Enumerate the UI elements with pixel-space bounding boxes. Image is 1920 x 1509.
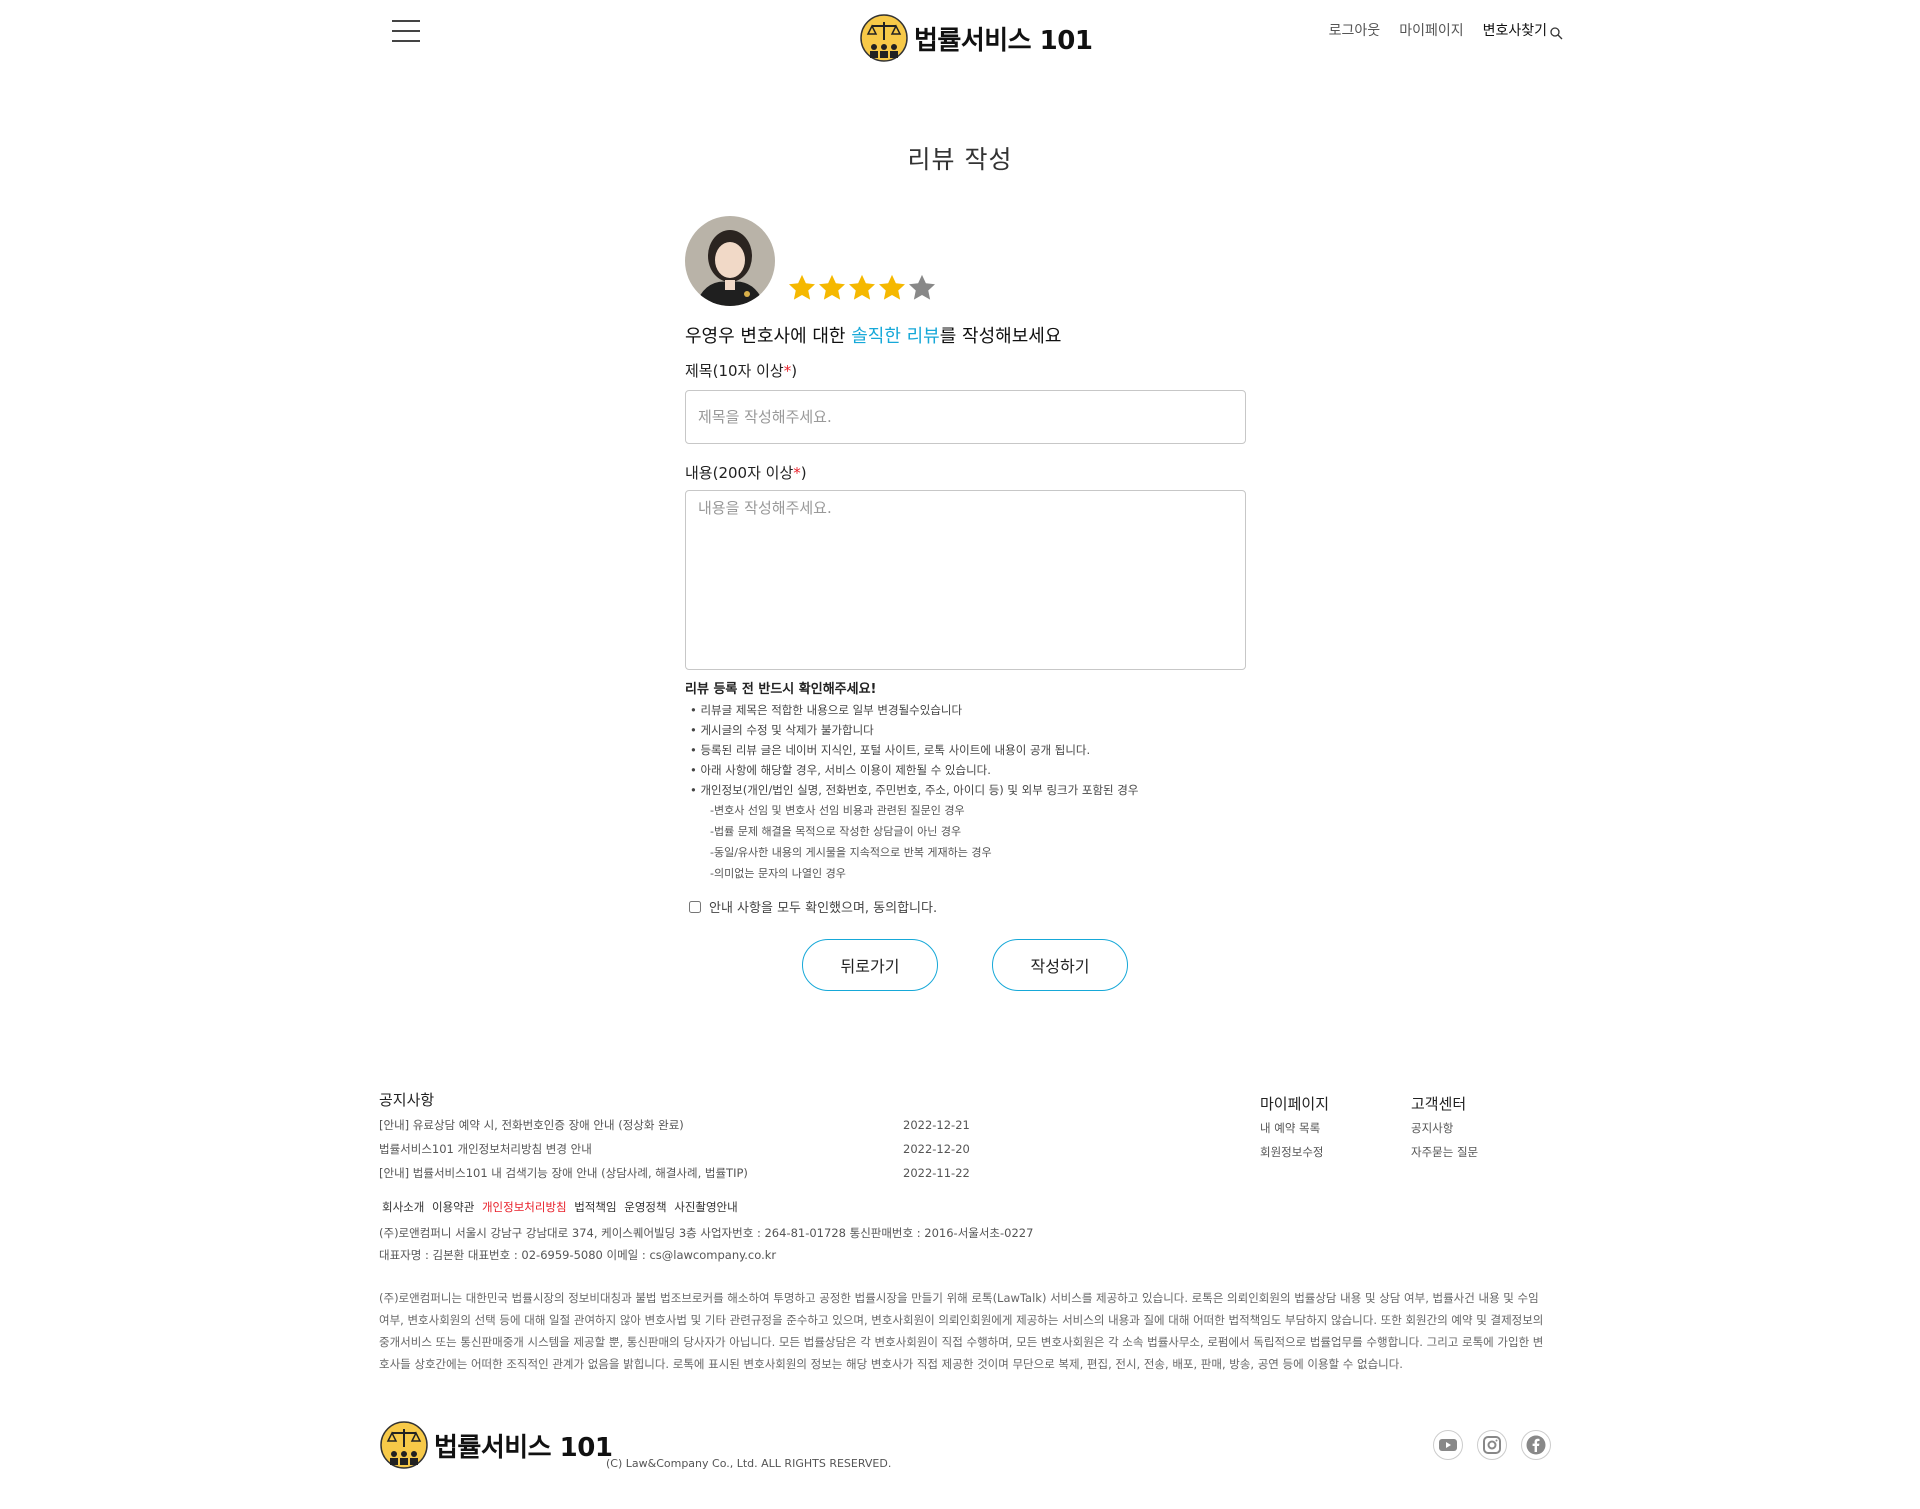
- notice-sublist: -변호사 선임 및 변호사 선임 비용과 관련된 질문인 경우 -법률 문제 해…: [710, 800, 992, 884]
- back-button[interactable]: 뒤로가기: [802, 939, 938, 991]
- notice-subitem: -법률 문제 해결을 목적으로 작성한 상담글이 아닌 경우: [710, 825, 962, 838]
- footer-mypage-title: 마이페이지: [1260, 1095, 1330, 1113]
- notice-row-date: 2022-11-22: [903, 1166, 970, 1180]
- notice-item: • 등록된 리뷰 글은 네이버 지식인, 포털 사이트, 로톡 사이트에 내용이…: [690, 743, 1091, 757]
- terms-link[interactable]: 이용약관: [432, 1200, 474, 1214]
- search-icon[interactable]: [1549, 26, 1563, 40]
- facebook-icon[interactable]: [1521, 1430, 1551, 1460]
- notice-subitem: -의미없는 문자의 나열인 경우: [710, 867, 846, 880]
- notice-item: • 게시글의 수정 및 삭제가 불가합니다: [690, 723, 874, 737]
- youtube-icon[interactable]: [1433, 1430, 1463, 1460]
- star-empty-icon[interactable]: [907, 273, 937, 303]
- instagram-icon[interactable]: [1477, 1430, 1507, 1460]
- review-title-input[interactable]: [685, 390, 1246, 444]
- notice-subitem: -동일/유사한 내용의 게시물을 지속적으로 반복 게재하는 경우: [710, 846, 992, 859]
- notice-row[interactable]: [안내] 유료상담 예약 시, 전화번호인증 장애 안내 (정상화 완료) 202…: [379, 1113, 970, 1137]
- footer-logo-text: 법률서비스 101: [434, 1432, 613, 1463]
- notice-title: 리뷰 등록 전 반드시 확인해주세요!: [685, 682, 877, 697]
- notice-row[interactable]: 법률서비스101 개인정보처리방침 변경 안내 2022-12-20: [379, 1137, 970, 1161]
- footer-cs-title: 고객센터: [1411, 1095, 1467, 1113]
- policy-link[interactable]: 운영정책: [624, 1200, 666, 1214]
- notice-row-title[interactable]: 법률서비스101 개인정보처리방침 변경 안내: [379, 1137, 903, 1161]
- logout-link[interactable]: 로그아웃: [1329, 20, 1381, 40]
- page-title: 리뷰 작성: [907, 145, 1013, 174]
- notice-subitem: -변호사 선임 및 변호사 선임 비용과 관련된 질문인 경우: [710, 804, 965, 817]
- notice-item: • 개인정보(개인/법인 실명, 전화번호, 주민번호, 주소, 아이디 등) …: [690, 783, 1139, 797]
- legal-link[interactable]: 법적책임: [574, 1200, 616, 1214]
- notice-row[interactable]: [안내] 법률서비스101 내 검색기능 장애 안내 (상담사례, 해결사례, …: [379, 1161, 970, 1185]
- copyright: (C) Law&Company Co., Ltd. ALL RIGHTS RES…: [606, 1457, 892, 1470]
- footer-notice-list: [안내] 유료상담 예약 시, 전화번호인증 장애 안내 (정상화 완료) 202…: [379, 1113, 970, 1185]
- privacy-policy-link[interactable]: 개인정보처리방침: [482, 1200, 567, 1214]
- notice-item: • 리뷰글 제목은 적합한 내용으로 일부 변경될수있습니다: [690, 703, 963, 717]
- site-logo[interactable]: 법률서비스 101: [860, 14, 1093, 62]
- my-reservations-link[interactable]: 내 예약 목록: [1260, 1120, 1320, 1136]
- notice-row-date: 2022-12-21: [903, 1118, 970, 1132]
- notice-row-title[interactable]: [안내] 법률서비스101 내 검색기능 장애 안내 (상담사례, 해결사례, …: [379, 1161, 903, 1185]
- star-filled-icon[interactable]: [847, 273, 877, 303]
- agree-row[interactable]: 안내 사항을 모두 확인했으며, 동의합니다.: [689, 897, 937, 916]
- required-mark: *: [793, 464, 801, 482]
- star-rating[interactable]: [787, 273, 937, 303]
- notice-list: • 리뷰글 제목은 적합한 내용으로 일부 변경될수있습니다 • 게시글의 수정…: [690, 700, 1138, 800]
- company-contact: 대표자명 : 김본환 대표번호 : 02-6959-5080 이메일 : cs@…: [379, 1248, 777, 1262]
- footer-logo[interactable]: 법률서비스 101: [380, 1421, 613, 1469]
- review-content-input[interactable]: [685, 490, 1246, 670]
- star-filled-icon[interactable]: [817, 273, 847, 303]
- top-nav: 로그아웃 마이페이지 변호사찾기: [1310, 20, 1563, 40]
- faq-link[interactable]: 자주묻는 질문: [1411, 1144, 1478, 1160]
- logo-text: 법률서비스 101: [914, 25, 1093, 56]
- footer-notice-title: 공지사항: [379, 1091, 435, 1109]
- photo-guide-link[interactable]: 사진촬영안내: [674, 1200, 737, 1214]
- scales-logo-icon: [380, 1421, 428, 1469]
- title-label: 제목(10자 이상*): [685, 362, 798, 380]
- mypage-link[interactable]: 마이페이지: [1399, 20, 1463, 40]
- menu-icon[interactable]: [392, 20, 420, 42]
- corp-links: 회사소개 이용약관 개인정보처리방침 법적책임 운영정책 사진촬영안내: [382, 1199, 742, 1215]
- star-filled-icon[interactable]: [877, 273, 907, 303]
- star-filled-icon[interactable]: [787, 273, 817, 303]
- lawyer-avatar: [685, 216, 775, 306]
- submit-button[interactable]: 작성하기: [992, 939, 1128, 991]
- cs-notice-link[interactable]: 공지사항: [1411, 1120, 1453, 1136]
- review-prompt: 우영우 변호사에 대한 솔직한 리뷰를 작성해보세요: [685, 326, 1062, 347]
- find-lawyer-link[interactable]: 변호사찾기: [1483, 20, 1547, 40]
- company-intro-link[interactable]: 회사소개: [382, 1200, 424, 1214]
- content-label: 내용(200자 이상*): [685, 464, 807, 482]
- notice-row-title[interactable]: [안내] 유료상담 예약 시, 전화번호인증 장애 안내 (정상화 완료): [379, 1113, 903, 1137]
- edit-profile-link[interactable]: 회원정보수정: [1260, 1144, 1323, 1160]
- company-info: (주)로앤컴퍼니 서울시 강남구 강남대로 374, 케이스퀘어빌딩 3층 사업…: [379, 1226, 1034, 1240]
- disclaimer: (주)로앤컴퍼니는 대한민국 법률시장의 정보비대칭과 불법 법조브로커를 해소…: [379, 1291, 1544, 1371]
- agree-checkbox[interactable]: [689, 900, 701, 913]
- agree-label: 안내 사항을 모두 확인했으며, 동의합니다.: [709, 901, 938, 916]
- scales-logo-icon: [860, 14, 908, 62]
- review-prompt-highlight: 솔직한 리뷰: [851, 326, 940, 347]
- notice-item: • 아래 사항에 해당할 경우, 서비스 이용이 제한될 수 있습니다.: [690, 763, 991, 777]
- notice-row-date: 2022-12-20: [903, 1142, 970, 1156]
